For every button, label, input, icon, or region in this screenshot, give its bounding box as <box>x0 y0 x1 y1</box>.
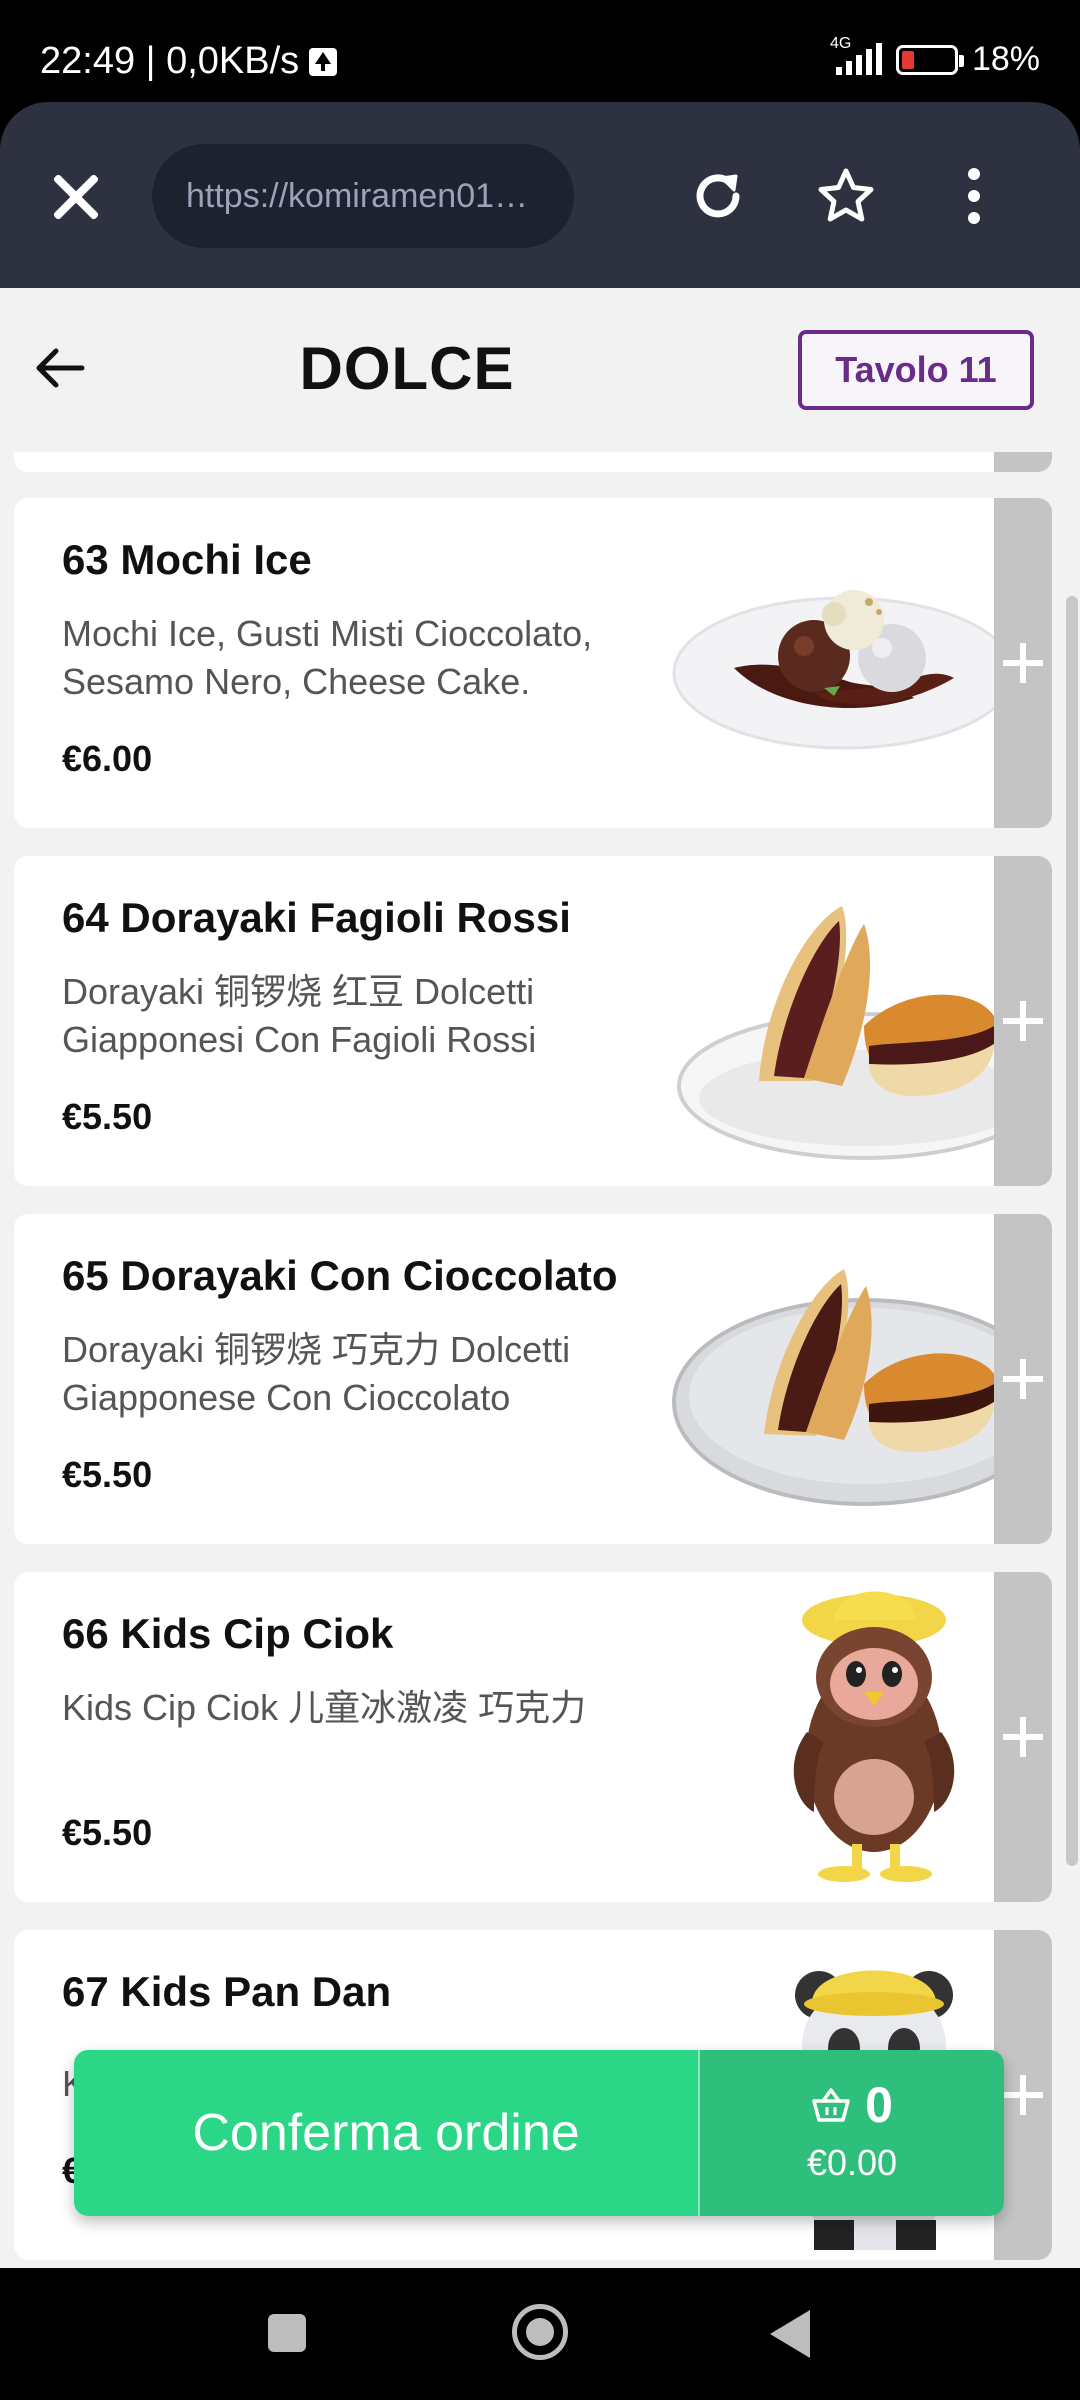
plus-icon <box>1003 643 1043 683</box>
add-to-cart-button[interactable] <box>994 856 1052 1186</box>
cart-summary: 0 <box>700 2076 1004 2134</box>
plus-icon <box>1003 1717 1043 1757</box>
confirm-order-button[interactable]: Conferma ordine <box>74 2050 698 2216</box>
add-to-cart-button[interactable] <box>994 498 1052 828</box>
basket-icon <box>812 2088 850 2122</box>
product-name: 63 Mochi Ice <box>62 536 312 583</box>
browser-toolbar: https://komiramen01… <box>0 102 1080 288</box>
menu-page: DOLCE Tavolo 11 63 Mochi Ice Mochi Ice, … <box>0 288 1080 2268</box>
scrollbar[interactable] <box>1066 596 1078 1866</box>
product-name: 67 Kids Pan Dan <box>62 1968 392 2015</box>
status-left: 22:49 | 0,0KB/s <box>40 40 338 83</box>
product-price: €5.50 <box>62 1096 153 1137</box>
signal-icon: 4G <box>830 35 882 75</box>
product-card[interactable]: 66 Kids Cip Ciok Kids Cip Ciok 儿童冰激凌 巧克力… <box>14 1572 1052 1902</box>
product-card[interactable]: 65 Dorayaki Con Cioccolato Dorayaki 铜锣烧 … <box>14 1214 1052 1544</box>
page-header: DOLCE Tavolo 11 <box>0 288 1080 452</box>
cart-button[interactable]: 0 €0.00 <box>698 2050 1004 2216</box>
product-price: €5.50 <box>62 1454 153 1495</box>
url-bar[interactable]: https://komiramen01… <box>152 144 574 248</box>
product-description: Mochi Ice, Gusti Misti Cioccolato, Sesam… <box>62 613 593 702</box>
network-type: 4G <box>829 34 852 52</box>
status-right: 4G 18% <box>830 35 1040 79</box>
close-icon[interactable] <box>50 170 102 222</box>
reload-icon[interactable] <box>686 164 750 228</box>
product-price: €6.00 <box>62 738 153 779</box>
battery-icon <box>895 44 964 75</box>
add-to-cart-button[interactable] <box>994 1214 1052 1544</box>
home-icon[interactable] <box>512 2304 568 2360</box>
product-description: Dorayaki 铜锣烧 红豆 Dolcetti Giapponesi Con … <box>62 971 537 1060</box>
page-title: DOLCE <box>299 335 515 402</box>
product-name: 65 Dorayaki Con Cioccolato <box>62 1252 618 1299</box>
upload-icon <box>309 47 338 76</box>
more-menu-icon[interactable] <box>948 164 1012 228</box>
product-description: Kids Cip Ciok 儿童冰激凌 巧克力 <box>62 1687 587 1728</box>
product-description: Dorayaki 铜锣烧 巧克力 Dolcetti Giapponese Con… <box>62 1329 571 1418</box>
product-name: 66 Kids Cip Ciok <box>62 1610 394 1657</box>
recent-apps-icon[interactable] <box>268 2314 306 2352</box>
product-list[interactable]: 63 Mochi Ice Mochi Ice, Gusti Misti Cioc… <box>0 452 1080 2268</box>
plus-icon <box>1003 2075 1043 2115</box>
product-price: €5.50 <box>62 1812 153 1853</box>
nav-back-icon[interactable] <box>770 2310 810 2358</box>
product-name: 64 Dorayaki Fagioli Rossi <box>62 894 571 941</box>
table-badge[interactable]: Tavolo 11 <box>798 330 1034 410</box>
plus-icon <box>1003 1001 1043 1041</box>
plus-icon <box>1003 1359 1043 1399</box>
cart-count: 0 <box>865 2077 893 2133</box>
previous-card-edge <box>14 452 1052 472</box>
battery-percent: 18% <box>971 40 1040 78</box>
status-time-speed: 22:49 | 0,0KB/s <box>40 40 300 82</box>
cart-total: €0.00 <box>806 2142 898 2183</box>
product-card[interactable]: 63 Mochi Ice Mochi Ice, Gusti Misti Cioc… <box>14 498 1052 828</box>
star-icon[interactable] <box>814 164 878 228</box>
status-bar: 22:49 | 0,0KB/s 4G 18% <box>0 0 1080 102</box>
product-card[interactable]: 64 Dorayaki Fagioli Rossi Dorayaki 铜锣烧 红… <box>14 856 1052 1186</box>
system-nav-bar <box>0 2268 1080 2400</box>
add-to-cart-button[interactable] <box>994 1572 1052 1902</box>
order-bar: Conferma ordine 0 €0.00 <box>74 2050 1004 2216</box>
